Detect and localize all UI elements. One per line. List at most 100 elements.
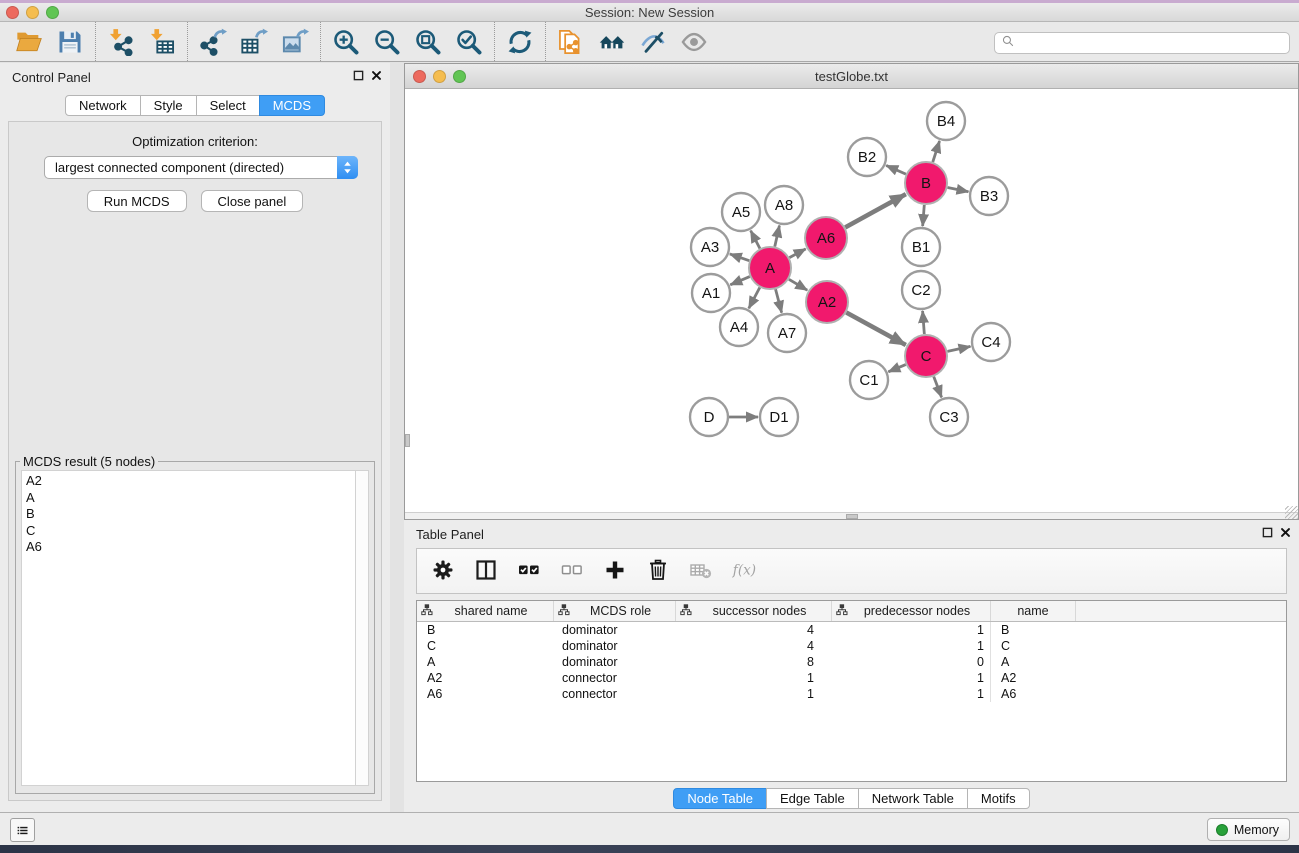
cell[interactable]: 1: [832, 686, 991, 702]
edge-C-C3[interactable]: [934, 377, 942, 398]
edge-B-B4[interactable]: [933, 141, 940, 162]
export-network-button[interactable]: [197, 26, 229, 58]
zoom-fit-button[interactable]: [412, 26, 444, 58]
table-row[interactable]: A2connector11A2: [417, 670, 1286, 686]
mcds-result-list[interactable]: A2ABCA6: [21, 470, 356, 786]
edge-A6-B[interactable]: [845, 194, 906, 227]
table-row[interactable]: Cdominator41C: [417, 638, 1286, 654]
tab-edge-table[interactable]: Edge Table: [766, 788, 859, 809]
edge-A-A4[interactable]: [749, 287, 760, 308]
table-row[interactable]: A6connector11A6: [417, 686, 1286, 702]
search-input[interactable]: [1019, 35, 1283, 51]
delete-columns-button[interactable]: [646, 558, 670, 585]
cell[interactable]: connector: [554, 686, 676, 702]
refresh-layout-button[interactable]: [504, 26, 536, 58]
close-panel-icon[interactable]: [371, 70, 382, 81]
cell[interactable]: connector: [554, 670, 676, 686]
run-mcds-button[interactable]: Run MCDS: [87, 190, 187, 212]
hide-graphics-details-button[interactable]: [637, 26, 669, 58]
edge-A-A7[interactable]: [776, 289, 782, 312]
cell[interactable]: 1: [832, 638, 991, 654]
column-header-predecessor-nodes[interactable]: predecessor nodes: [832, 601, 991, 621]
import-network-button[interactable]: [105, 26, 137, 58]
edge-A-A2[interactable]: [789, 279, 807, 290]
tab-select[interactable]: Select: [196, 95, 260, 116]
table-settings-button[interactable]: [431, 558, 455, 585]
cell[interactable]: C: [991, 638, 1076, 654]
tab-network[interactable]: Network: [65, 95, 141, 116]
export-image-button[interactable]: [279, 26, 311, 58]
column-header-successor-nodes[interactable]: successor nodes: [676, 601, 832, 621]
column-header-name[interactable]: name: [991, 601, 1076, 621]
cell[interactable]: 8: [676, 654, 832, 670]
edge-A-A8[interactable]: [775, 225, 780, 246]
tab-network-table[interactable]: Network Table: [858, 788, 968, 809]
cell[interactable]: 1: [676, 686, 832, 702]
network-canvas[interactable]: AA2A6BCA1A3A4A5A7A8B1B2B3B4C1C2C3C4DD1: [405, 89, 1298, 512]
result-list-scrollbar[interactable]: [356, 470, 369, 786]
cell[interactable]: 1: [676, 670, 832, 686]
network-graph[interactable]: AA2A6BCA1A3A4A5A7A8B1B2B3B4C1C2C3C4DD1: [405, 89, 1298, 512]
table-row[interactable]: Adominator80A: [417, 654, 1286, 670]
edge-A-A3[interactable]: [730, 254, 749, 261]
cell[interactable]: dominator: [554, 638, 676, 654]
edge-C-C2[interactable]: [923, 311, 925, 334]
close-table-panel-icon[interactable]: [1280, 527, 1291, 538]
cell[interactable]: 0: [832, 654, 991, 670]
network-hscroll-thumb[interactable]: [846, 514, 858, 519]
tab-motifs[interactable]: Motifs: [967, 788, 1030, 809]
search-box[interactable]: [994, 32, 1290, 54]
result-item[interactable]: A6: [22, 539, 355, 556]
float-table-panel-icon[interactable]: [1262, 527, 1273, 538]
new-network-from-file-button[interactable]: [555, 26, 587, 58]
tab-mcds[interactable]: MCDS: [259, 95, 325, 116]
open-file-button[interactable]: [13, 26, 45, 58]
result-item[interactable]: A: [22, 490, 355, 507]
column-header-mcds-role[interactable]: MCDS role: [554, 601, 676, 621]
edge-C-C1[interactable]: [888, 365, 905, 372]
cell[interactable]: dominator: [554, 654, 676, 670]
cell[interactable]: 1: [832, 622, 991, 638]
cell[interactable]: C: [417, 638, 554, 654]
zoom-in-button[interactable]: [330, 26, 362, 58]
cell[interactable]: A2: [417, 670, 554, 686]
close-panel-button[interactable]: Close panel: [201, 190, 304, 212]
edge-A-A1[interactable]: [730, 277, 749, 285]
cell[interactable]: B: [417, 622, 554, 638]
save-session-button[interactable]: [54, 26, 86, 58]
select-all-rows-button[interactable]: [517, 558, 541, 585]
tab-node-table[interactable]: Node Table: [673, 788, 767, 809]
tab-style[interactable]: Style: [140, 95, 197, 116]
edge-B-B1[interactable]: [923, 205, 925, 226]
export-table-button[interactable]: [238, 26, 270, 58]
column-header-shared-name[interactable]: shared name: [417, 601, 554, 621]
edge-B-B3[interactable]: [948, 187, 969, 191]
cell[interactable]: 4: [676, 638, 832, 654]
table-row[interactable]: Bdominator41B: [417, 622, 1286, 638]
optimization-criterion-select[interactable]: largest connected component (directed): [44, 156, 358, 179]
cell[interactable]: A6: [991, 686, 1076, 702]
edge-A2-C[interactable]: [846, 313, 905, 345]
edge-A-A5[interactable]: [751, 231, 760, 249]
result-item[interactable]: C: [22, 523, 355, 540]
cell[interactable]: 1: [832, 670, 991, 686]
edge-B-B2[interactable]: [886, 165, 906, 174]
zoom-out-button[interactable]: [371, 26, 403, 58]
cell[interactable]: B: [991, 622, 1076, 638]
home-layout-button[interactable]: [596, 26, 628, 58]
import-table-button[interactable]: [146, 26, 178, 58]
edge-C-C4[interactable]: [948, 346, 971, 351]
create-column-button[interactable]: [603, 558, 627, 585]
task-history-button[interactable]: [10, 818, 35, 842]
zoom-selected-button[interactable]: [453, 26, 485, 58]
edge-A-A6[interactable]: [789, 249, 805, 258]
cell[interactable]: A2: [991, 670, 1076, 686]
network-vertical-scrollbar[interactable]: [405, 434, 410, 447]
show-graphics-details-button[interactable]: [678, 26, 710, 58]
cell[interactable]: 4: [676, 622, 832, 638]
cell[interactable]: A: [417, 654, 554, 670]
result-item[interactable]: B: [22, 506, 355, 523]
network-resize-grip[interactable]: [1285, 506, 1298, 519]
network-horizontal-scrollbar[interactable]: [405, 512, 1298, 519]
cell[interactable]: A6: [417, 686, 554, 702]
